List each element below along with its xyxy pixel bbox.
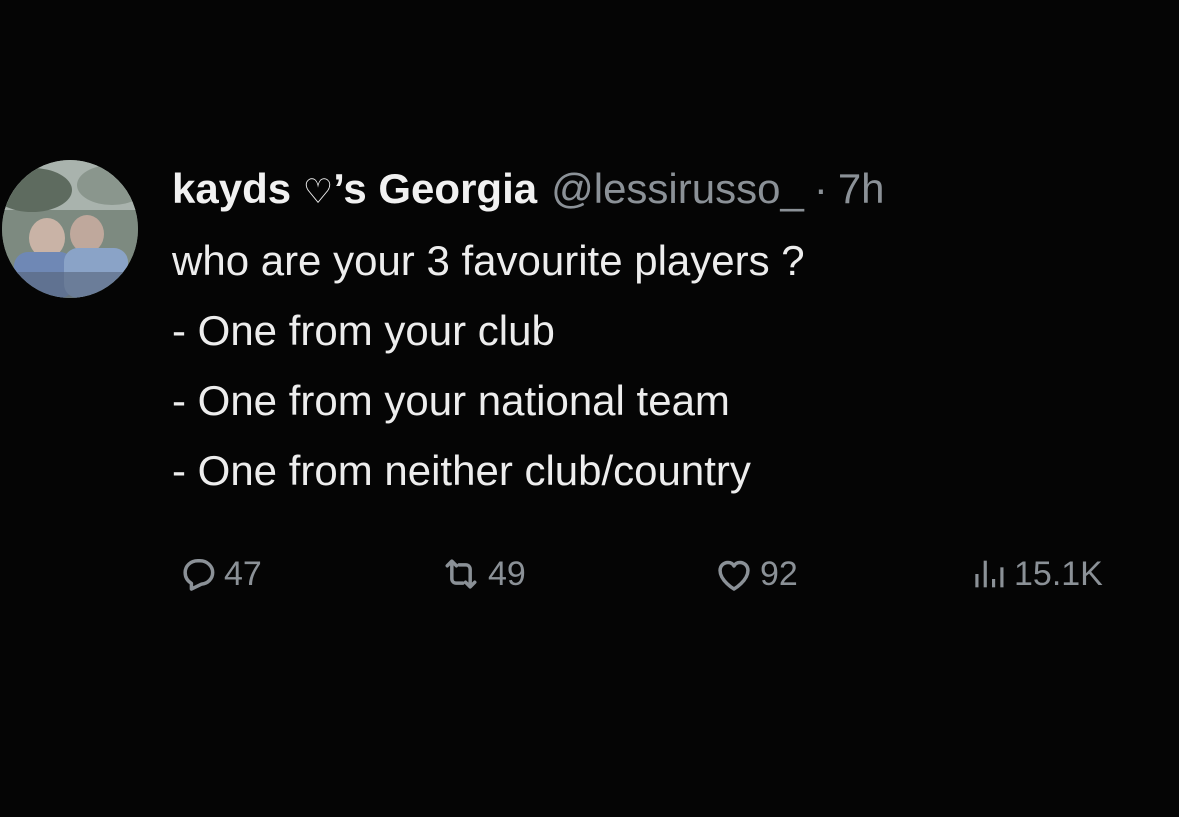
tweet-header: kayds ♡’s Georgia @lessirusso_ · 7h: [172, 160, 1152, 218]
views-bar-chart-icon: [975, 560, 1004, 588]
retweet-count: 49: [488, 554, 526, 593]
reply-count: 47: [224, 554, 262, 593]
views-button[interactable]: 15.1K: [970, 548, 1103, 600]
tweet-actions: 47 49 92 15.1K: [176, 548, 1156, 600]
like-button[interactable]: 92: [712, 548, 798, 600]
retweet-icon: [445, 559, 477, 589]
tweet-content: kayds ♡’s Georgia @lessirusso_ · 7h who …: [172, 160, 1152, 506]
like-count: 92: [760, 554, 798, 593]
tweet-text-line: - One from your national team: [172, 377, 730, 424]
timestamp[interactable]: 7h: [838, 160, 885, 218]
reply-button[interactable]: 47: [176, 548, 262, 600]
like-heart-icon: [718, 560, 750, 591]
user-handle[interactable]: @lessirusso_: [551, 160, 804, 218]
display-name[interactable]: kayds ♡’s Georgia: [172, 160, 537, 221]
tweet-text-line: - One from neither club/country: [172, 447, 751, 494]
tweet-text-line: - One from your club: [172, 307, 555, 354]
tweet-text: who are your 3 favourite players ? - One…: [172, 226, 1152, 506]
views-count: 15.1K: [1014, 554, 1103, 593]
avatar[interactable]: [2, 160, 138, 298]
separator-dot: ·: [813, 165, 828, 212]
retweet-button[interactable]: 49: [438, 548, 526, 600]
heart-outline-icon: ♡: [302, 172, 334, 212]
tweet-text-line: who are your 3 favourite players ?: [172, 237, 805, 284]
reply-icon: [183, 559, 215, 591]
tweet[interactable]: kayds ♡’s Georgia @lessirusso_ · 7h who …: [0, 0, 1179, 817]
